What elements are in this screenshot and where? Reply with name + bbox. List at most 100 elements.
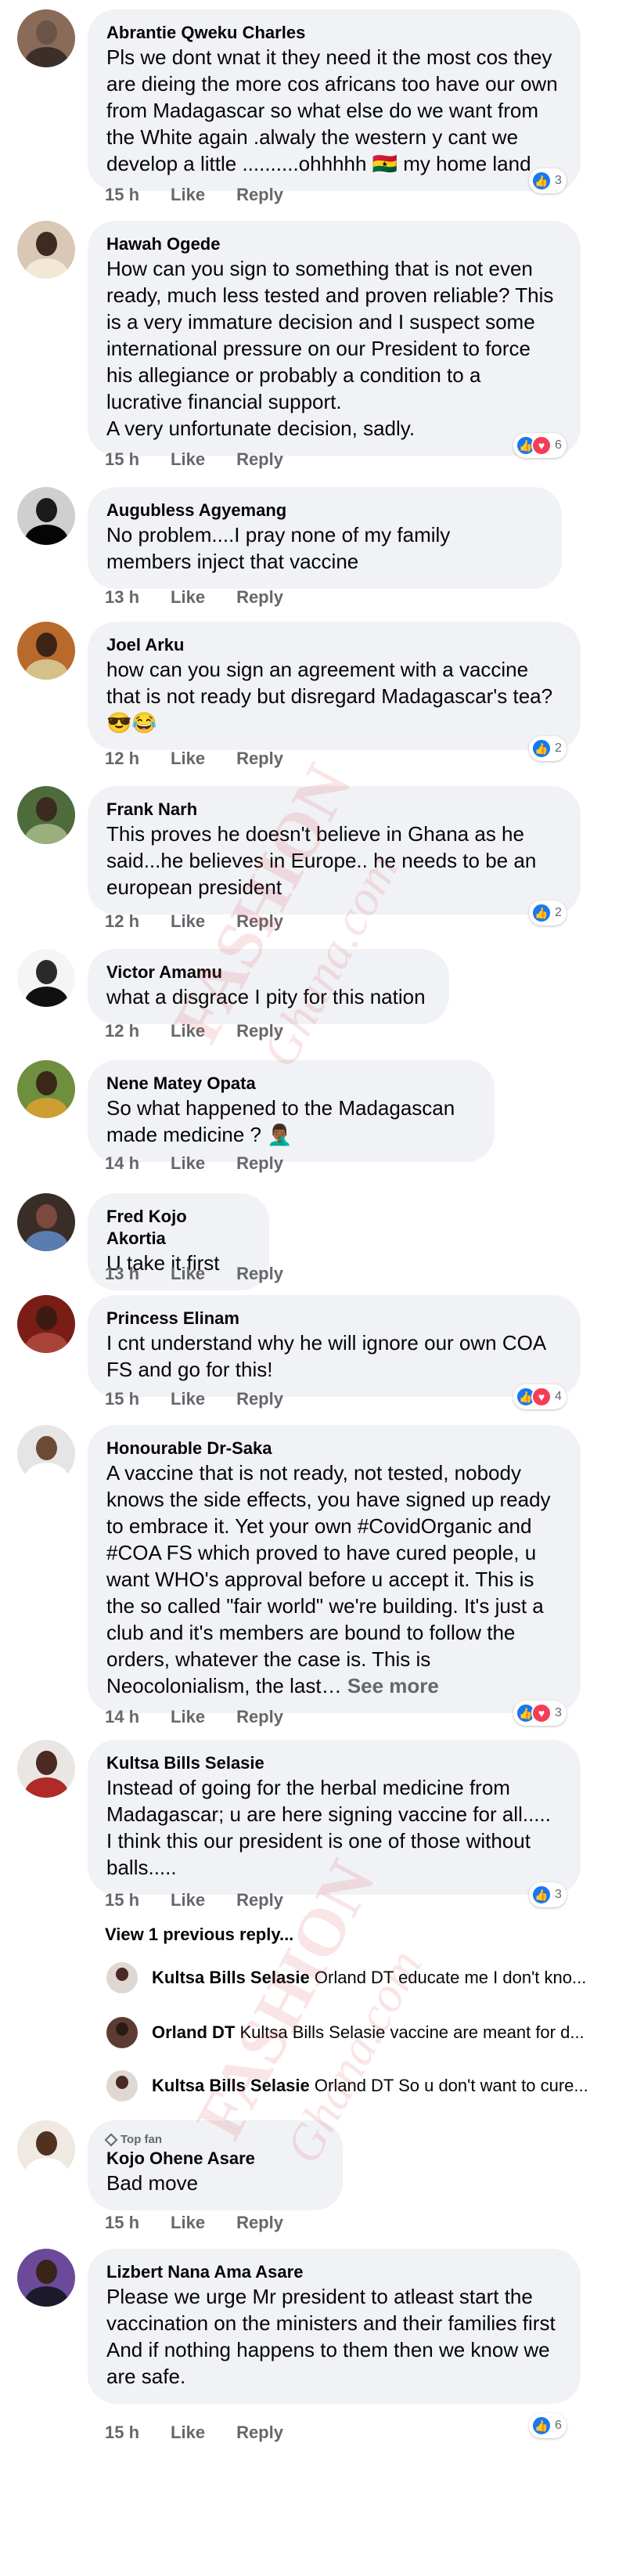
- like-button[interactable]: Like: [171, 185, 205, 205]
- reply-row[interactable]: Orland DT Kultsa Bills Selasie vaccine a…: [106, 2015, 607, 2050]
- comment-timestamp[interactable]: 15 h: [105, 1389, 139, 1409]
- reply-avatar[interactable]: [106, 1962, 138, 1993]
- like-button[interactable]: Like: [171, 911, 205, 932]
- like-button[interactable]: Like: [171, 2213, 205, 2233]
- like-button[interactable]: Like: [171, 2423, 205, 2443]
- comment-author[interactable]: Nene Matey Opata: [106, 1073, 473, 1095]
- comment-timestamp[interactable]: 15 h: [105, 2423, 139, 2443]
- comment-timestamp[interactable]: 15 h: [105, 2213, 139, 2233]
- comment-timestamp[interactable]: 13 h: [105, 1264, 139, 1284]
- reply-button[interactable]: Reply: [236, 449, 283, 470]
- reaction-count: 3: [555, 1706, 562, 1719]
- comment-timestamp[interactable]: 15 h: [105, 449, 139, 470]
- comment-timestamp[interactable]: 14 h: [105, 1707, 139, 1727]
- reply-author[interactable]: Orland DT: [152, 2022, 235, 2042]
- avatar-body-shape: [25, 824, 68, 844]
- avatar[interactable]: [17, 1425, 75, 1483]
- avatar[interactable]: [17, 949, 75, 1007]
- comment-actions: 14 h Like Reply: [105, 1153, 283, 1174]
- avatar[interactable]: [17, 487, 75, 545]
- comment-author[interactable]: Fred Kojo Akortia: [106, 1206, 247, 1250]
- reply-author[interactable]: Kultsa Bills Selasie: [152, 2076, 310, 2095]
- avatar[interactable]: [17, 1295, 75, 1353]
- reply-button[interactable]: Reply: [236, 2213, 283, 2233]
- avatar[interactable]: [17, 622, 75, 680]
- avatar-body-shape: [25, 1231, 68, 1251]
- comment-actions: 12 h Like Reply: [105, 911, 283, 932]
- avatar-body-shape: [25, 2158, 68, 2178]
- comment-text-content: A vaccine that is not ready, not tested,…: [106, 1461, 551, 1697]
- reaction-summary[interactable]: 👍 3: [529, 168, 567, 193]
- avatar[interactable]: [17, 1740, 75, 1798]
- avatar[interactable]: [17, 2249, 75, 2307]
- avatar[interactable]: [17, 1060, 75, 1118]
- see-more-link[interactable]: See more: [347, 1674, 439, 1697]
- reaction-summary[interactable]: 👍 ♥ 6: [513, 433, 567, 458]
- comment-text: How can you sign to something that is no…: [106, 255, 559, 442]
- comment-timestamp[interactable]: 12 h: [105, 911, 139, 932]
- reply-row[interactable]: Kultsa Bills Selasie Orland DT So u don'…: [106, 2069, 607, 2103]
- avatar[interactable]: [17, 786, 75, 844]
- comment-author[interactable]: Augubless Agyemang: [106, 500, 540, 521]
- reaction-summary[interactable]: 👍 ♥ 4: [513, 1384, 567, 1409]
- view-previous-replies-link[interactable]: View 1 previous reply...: [105, 1925, 293, 1945]
- avatar[interactable]: [17, 1193, 75, 1251]
- comment-author[interactable]: Hawah Ogede: [106, 233, 559, 255]
- comment-author[interactable]: Victor Amamu: [106, 961, 427, 983]
- avatar[interactable]: [17, 2120, 75, 2178]
- comment-author[interactable]: Abrantie Qweku Charles: [106, 22, 559, 44]
- comment-bubble: Honourable Dr-Saka A vaccine that is not …: [88, 1425, 581, 1713]
- reply-button[interactable]: Reply: [236, 2423, 283, 2443]
- reply-button[interactable]: Reply: [236, 1153, 283, 1174]
- comment-timestamp[interactable]: 14 h: [105, 1153, 139, 1174]
- comment-timestamp[interactable]: 12 h: [105, 749, 139, 769]
- comment-author[interactable]: Kojo Ohene Asare: [106, 2148, 321, 2170]
- comment-author[interactable]: Frank Narh: [106, 799, 559, 821]
- reply-button[interactable]: Reply: [236, 911, 283, 932]
- comment-author[interactable]: Princess Elinam: [106, 1308, 559, 1329]
- reply-avatar[interactable]: [106, 2017, 138, 2048]
- reply-button[interactable]: Reply: [236, 1389, 283, 1409]
- reply-row[interactable]: Kultsa Bills Selasie Orland DT educate m…: [106, 1961, 607, 1995]
- reply-button[interactable]: Reply: [236, 185, 283, 205]
- reply-author[interactable]: Kultsa Bills Selasie: [152, 1968, 310, 1987]
- comment-author[interactable]: Kultsa Bills Selasie: [106, 1752, 559, 1774]
- reaction-summary[interactable]: 👍 2: [529, 736, 567, 761]
- like-button[interactable]: Like: [171, 1890, 205, 1910]
- like-button[interactable]: Like: [171, 1264, 205, 1284]
- reaction-summary[interactable]: 👍 ♥ 3: [513, 1701, 567, 1726]
- reply-avatar[interactable]: [106, 2070, 138, 2102]
- like-button[interactable]: Like: [171, 1389, 205, 1409]
- reaction-summary[interactable]: 👍 6: [529, 2413, 567, 2438]
- reply-button[interactable]: Reply: [236, 1264, 283, 1284]
- like-button[interactable]: Like: [171, 1021, 205, 1041]
- reaction-summary[interactable]: 👍 2: [529, 900, 567, 925]
- comment-actions: 15 h Like Reply: [105, 185, 283, 205]
- comment-text: A vaccine that is not ready, not tested,…: [106, 1459, 559, 1699]
- like-button[interactable]: Like: [171, 749, 205, 769]
- comment-author[interactable]: Lizbert Nana Ama Asare: [106, 2261, 559, 2283]
- reply-button[interactable]: Reply: [236, 1707, 283, 1727]
- like-button[interactable]: Like: [171, 1707, 205, 1727]
- reply-button[interactable]: Reply: [236, 1890, 283, 1910]
- reaction-summary[interactable]: 👍 3: [529, 1882, 567, 1907]
- thumbs-up-icon: 👍: [531, 1885, 552, 1905]
- reply-button[interactable]: Reply: [236, 749, 283, 769]
- top-fan-label: Top fan: [121, 2133, 163, 2146]
- comment-timestamp[interactable]: 15 h: [105, 185, 139, 205]
- comment-bubble: Abrantie Qweku Charles Pls we dont wnat i…: [88, 9, 581, 191]
- like-button[interactable]: Like: [171, 1153, 205, 1174]
- avatar[interactable]: [17, 221, 75, 279]
- reply-button[interactable]: Reply: [236, 1021, 283, 1041]
- like-button[interactable]: Like: [171, 587, 205, 608]
- like-button[interactable]: Like: [171, 449, 205, 470]
- reply-text: Kultsa Bills Selasie Orland DT So u don'…: [152, 2076, 606, 2096]
- comment-timestamp[interactable]: 12 h: [105, 1021, 139, 1041]
- avatar[interactable]: [17, 9, 75, 67]
- comment-author[interactable]: Joel Arku: [106, 634, 559, 656]
- avatar-body-shape: [25, 1463, 68, 1483]
- comment-author[interactable]: Honourable Dr-Saka: [106, 1438, 559, 1459]
- comment-timestamp[interactable]: 15 h: [105, 1890, 139, 1910]
- comment-timestamp[interactable]: 13 h: [105, 587, 139, 608]
- reply-button[interactable]: Reply: [236, 587, 283, 608]
